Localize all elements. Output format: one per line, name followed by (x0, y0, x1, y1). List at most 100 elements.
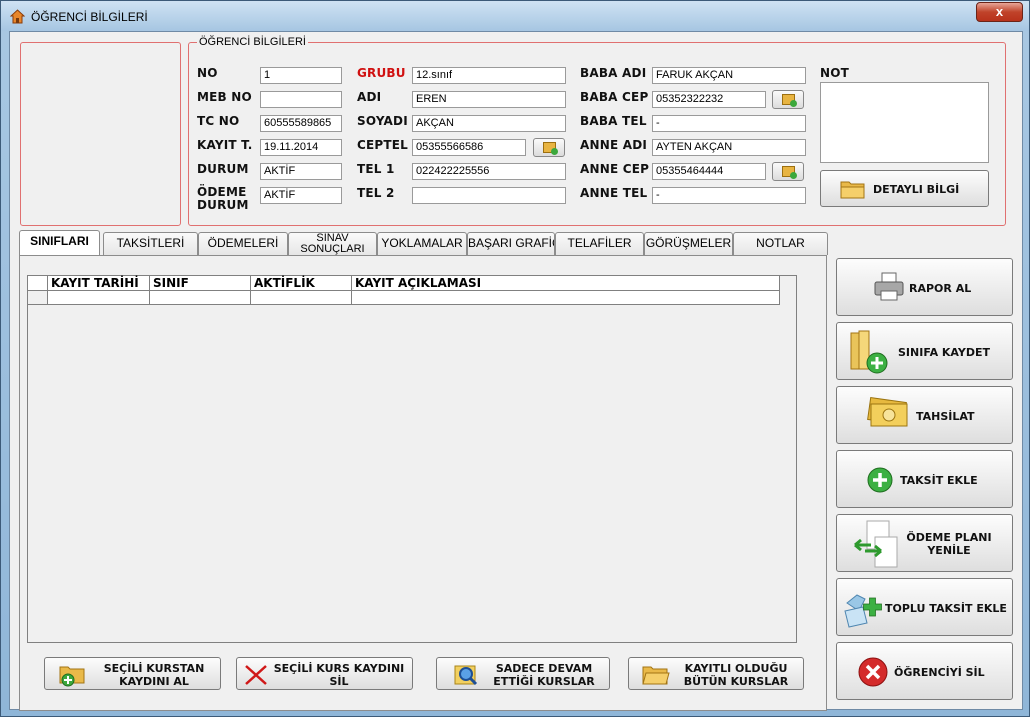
label-not: NOT (820, 66, 850, 80)
label-durum: DURUM (197, 162, 249, 176)
student-info-window: ÖĞRENCİ BİLGİLERİ x ÖĞRENCİ BİLGİLERİ NO… (0, 0, 1030, 717)
meb-no-field[interactable] (260, 91, 342, 108)
active-courses-label-2: ETTİĞİ KURSLAR (493, 675, 595, 688)
client-area: ÖĞRENCİ BİLGİLERİ NO 1 MEB NO TC NO 6055… (9, 31, 1023, 711)
tab-sinav-sonuclari[interactable]: SINAV SONUÇLARI (288, 232, 377, 255)
tab-gorusmeler[interactable]: GÖRÜŞMELER (644, 232, 733, 255)
detailed-info-button[interactable]: DETAYLI BİLGİ (820, 170, 989, 207)
label-ceptel: CEPTEL (357, 138, 409, 152)
add-installment-button[interactable]: TAKSİT EKLE (836, 450, 1013, 508)
label-kayit-t: KAYIT T. (197, 138, 253, 152)
house-icon (10, 9, 25, 24)
only-active-courses-button[interactable]: SADECE DEVAM ETTİĞİ KURSLAR (436, 657, 610, 690)
student-info-group: ÖĞRENCİ BİLGİLERİ NO 1 MEB NO TC NO 6055… (188, 36, 1006, 226)
label-soyadi: SOYADI (357, 114, 408, 128)
odeme-durum-field[interactable]: AKTİF (260, 187, 342, 204)
close-button[interactable]: x (976, 2, 1023, 22)
label-meb-no: MEB NO (197, 90, 252, 104)
grubu-field[interactable]: 12.sınıf (412, 67, 566, 84)
cell-kayit-tarihi[interactable] (48, 291, 150, 304)
grid-row-header (28, 276, 48, 290)
plus-circle-icon (867, 467, 893, 493)
window-title: ÖĞRENCİ BİLGİLERİ (31, 10, 148, 24)
baba-tel-field[interactable]: - (652, 115, 806, 132)
sms-icon (782, 94, 797, 107)
bulk-add-icon (844, 594, 882, 628)
payment-plan-label-2: YENİLE (927, 544, 971, 557)
soyadi-field[interactable]: AKÇAN (412, 115, 566, 132)
report-label: RAPOR AL (909, 282, 972, 295)
delete-course-label-1: SEÇİLİ KURS KAYDINI (273, 662, 405, 675)
no-field[interactable]: 1 (260, 67, 342, 84)
label-baba-tel: BABA TEL (580, 114, 647, 128)
baba-cep-sms-button[interactable] (772, 90, 804, 109)
baba-cep-field[interactable]: 05352322232 (652, 91, 766, 108)
tab-notlar[interactable]: NOTLAR (733, 232, 828, 255)
label-baba-cep: BABA CEP (580, 90, 649, 104)
col-kayit-aciklamasi[interactable]: KAYIT AÇIKLAMASI (352, 276, 780, 290)
col-sinif[interactable]: SINIF (150, 276, 251, 290)
folder-icon (840, 181, 865, 199)
label-anne-adi: ANNE ADI (580, 138, 648, 152)
all-courses-label-2: BÜTÜN KURSLAR (683, 675, 789, 688)
label-tc-no: TC NO (197, 114, 240, 128)
kayit-date-field[interactable]: 19.11.2014 (260, 139, 342, 156)
anne-cep-field[interactable]: 05355464444 (652, 163, 766, 180)
sms-icon (543, 142, 558, 155)
all-registered-courses-button[interactable]: KAYITLI OLDUĞU BÜTÜN KURSLAR (628, 657, 804, 690)
delete-selected-course-button[interactable]: SEÇİLİ KURS KAYDINI SİL (236, 657, 413, 690)
durum-field[interactable]: AKTİF (260, 163, 342, 180)
remove-from-selected-course-button[interactable]: SEÇİLİ KURSTAN KAYDINI AL (44, 657, 221, 690)
label-tel2: TEL 2 (357, 186, 395, 200)
col-kayit-tarihi[interactable]: KAYIT TARİHİ (48, 276, 150, 290)
cell-aktiflik[interactable] (251, 291, 352, 304)
collection-button[interactable]: TAHSİLAT (836, 386, 1013, 444)
bulk-installment-label: TOPLU TAKSİT EKLE (885, 602, 1007, 615)
ceptel-sms-button[interactable] (533, 138, 565, 157)
row-selector[interactable] (28, 291, 48, 304)
tab-yoklamalar[interactable]: YOKLAMALAR (377, 232, 467, 255)
label-tel1: TEL 1 (357, 162, 395, 176)
label-anne-tel: ANNE TEL (580, 186, 648, 200)
title-bar[interactable]: ÖĞRENCİ BİLGİLERİ x (1, 1, 1029, 31)
remove-course-label-1: SEÇİLİ KURSTAN (103, 662, 205, 675)
report-button[interactable]: RAPOR AL (836, 258, 1013, 316)
tc-no-field[interactable]: 60555589865 (260, 115, 342, 132)
cell-sinif[interactable] (150, 291, 251, 304)
tab-basari-grafigi[interactable]: BAŞARI GRAFİĞİ (467, 232, 555, 255)
baba-adi-field[interactable]: FARUK AKÇAN (652, 67, 806, 84)
label-adi: ADI (357, 90, 382, 104)
cell-kayit-aciklamasi[interactable] (352, 291, 780, 304)
ceptel-field[interactable]: 05355566586 (412, 139, 526, 156)
detailed-info-label: DETAYLI BİLGİ (873, 183, 960, 196)
tab-taksitleri[interactable]: TAKSİTLERİ (103, 232, 198, 255)
tab-odemeleri[interactable]: ÖDEMELERİ (198, 232, 288, 255)
delete-course-label-2: SİL (329, 675, 349, 688)
enroll-class-label: SINIFA KAYDET (898, 346, 991, 359)
adi-field[interactable]: EREN (412, 91, 566, 108)
anne-tel-field[interactable]: - (652, 187, 806, 204)
classes-grid[interactable]: KAYIT TARİHİ SINIF AKTİFLİK KAYIT AÇIKLA… (27, 275, 797, 643)
bulk-installment-button[interactable]: TOPLU TAKSİT EKLE (836, 578, 1013, 636)
group-title: ÖĞRENCİ BİLGİLERİ (197, 36, 308, 48)
money-icon (867, 397, 908, 427)
tab-siniflari[interactable]: SINIFLARI (19, 230, 100, 255)
payment-plan-label-1: ÖDEME PLANI (906, 531, 992, 544)
label-no: NO (197, 66, 218, 80)
tel1-field[interactable]: 022422225556 (412, 163, 566, 180)
tab-telafiler[interactable]: TELAFİLER (555, 232, 644, 255)
photo-frame[interactable] (20, 42, 181, 226)
folder-add-icon (59, 666, 85, 687)
label-anne-cep: ANNE CEP (580, 162, 650, 176)
table-row[interactable] (28, 291, 780, 305)
delete-student-button[interactable]: ÖĞRENCİYİ SİL (836, 642, 1013, 700)
col-aktiflik[interactable]: AKTİFLİK (251, 276, 352, 290)
enroll-class-button[interactable]: SINIFA KAYDET (836, 322, 1013, 380)
red-x-icon (245, 665, 267, 685)
anne-adi-field[interactable]: AYTEN AKÇAN (652, 139, 806, 156)
tel2-field[interactable] (412, 187, 566, 204)
renew-payment-plan-button[interactable]: ÖDEME PLANI YENİLE (836, 514, 1013, 572)
anne-cep-sms-button[interactable] (772, 162, 804, 181)
note-textarea[interactable] (820, 82, 989, 163)
collection-label: TAHSİLAT (916, 410, 975, 423)
